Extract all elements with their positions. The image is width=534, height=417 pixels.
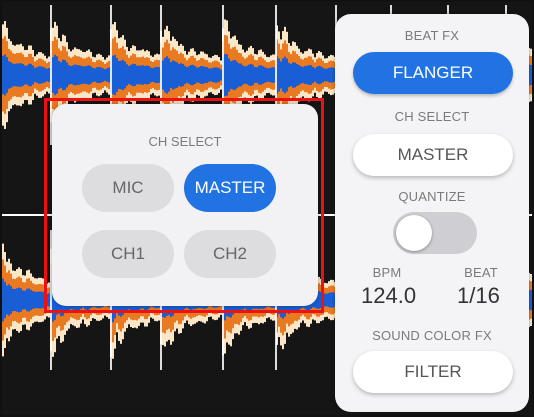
ch-select-label: CH SELECT [394,109,470,124]
fx-panel: BEAT FX FLANGER CH SELECT MASTER QUANTIZ… [335,14,529,412]
ch-select-popup: CH SELECT MIC MASTER CH1 CH2 [52,104,318,306]
bpm-label: BPM [372,265,402,280]
ch-option-ch1[interactable]: CH1 [82,230,174,278]
ch-option-master[interactable]: MASTER [184,164,276,212]
bpm-value: 124.0 [361,283,417,308]
beat-fx-label: BEAT FX [404,28,460,43]
ch-option-mic[interactable]: MIC [82,164,174,212]
quantize-label: QUANTIZE [398,189,466,204]
beat-fx-button[interactable]: FLANGER [353,52,513,94]
ch-select-button[interactable]: MASTER [353,134,513,176]
beat-value[interactable]: 1/16 [457,283,500,309]
quantize-toggle[interactable] [393,212,477,254]
sound-color-fx-label: SOUND COLOR FX [372,328,492,343]
ch-option-ch2[interactable]: CH2 [184,230,276,278]
popup-title: CH SELECT [148,134,222,149]
beat-label: BEAT [464,265,498,280]
sound-color-fx-button[interactable]: FILTER [353,351,513,393]
toggle-knob [396,215,432,251]
